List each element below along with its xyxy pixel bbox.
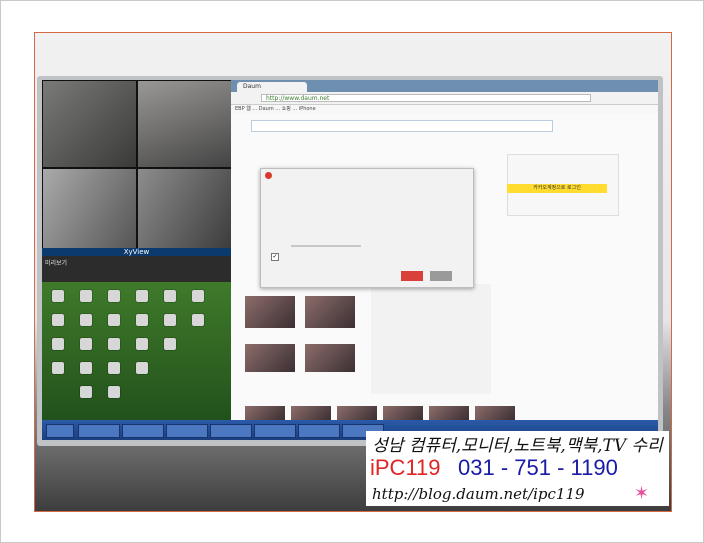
desktop-icon[interactable]: [136, 362, 148, 374]
desktop-icon[interactable]: [164, 290, 176, 302]
browser-tab[interactable]: Daum: [237, 82, 307, 92]
monitor-screen: XyView 미리보기 Daum http://www.daum.net EBP…: [42, 80, 658, 440]
news-list: [371, 284, 491, 394]
taskbar-item[interactable]: [166, 424, 208, 438]
camera-feed[interactable]: [137, 80, 232, 168]
desktop-icon[interactable]: [108, 290, 120, 302]
tv-thumbnail[interactable]: [245, 406, 285, 420]
desktop-icon[interactable]: [80, 386, 92, 398]
taskbar-item[interactable]: [254, 424, 296, 438]
ad-overlay: 성남 컴퓨터,모니터,노트북,맥북,TV 수리 iPC119 031 - 751…: [366, 431, 669, 506]
desktop-icon[interactable]: [108, 338, 120, 350]
app-icon: [265, 172, 272, 179]
news-thumbnail[interactable]: [305, 296, 355, 328]
slider-track[interactable]: [291, 245, 361, 247]
news-thumbnail[interactable]: [305, 344, 355, 372]
taskbar-item[interactable]: [210, 424, 252, 438]
tv-thumbnail[interactable]: [291, 406, 331, 420]
desktop-icon[interactable]: [136, 290, 148, 302]
desktop-icon[interactable]: [164, 314, 176, 326]
search-box[interactable]: [251, 120, 553, 132]
desktop-icon[interactable]: [52, 314, 64, 326]
popup-dialog: ✓: [260, 168, 474, 288]
start-button[interactable]: [46, 424, 74, 438]
brand-name: iPC119: [370, 455, 441, 480]
cctv-menu-button[interactable]: 미리보기: [45, 258, 67, 267]
desktop-icon[interactable]: [80, 362, 92, 374]
desktop-icon[interactable]: [192, 314, 204, 326]
tv-thumbnail[interactable]: [337, 406, 377, 420]
browser-toolbar: http://www.daum.net: [231, 92, 658, 105]
bookmarks-bar[interactable]: EBP 웹 ... Daum ... 쇼핑 ... iPhone: [231, 105, 658, 114]
phone-number: 031 - 751 - 1190: [458, 455, 618, 480]
image-frame: XyView 미리보기 Daum http://www.daum.net EBP…: [0, 0, 704, 543]
desktop-icon[interactable]: [108, 314, 120, 326]
news-thumbnail[interactable]: [245, 344, 295, 372]
desktop-icon[interactable]: [136, 314, 148, 326]
camera-feed[interactable]: [137, 168, 232, 250]
cctv-title: XyView: [42, 248, 231, 256]
star-icon: ✶: [634, 483, 650, 504]
service-tagline: 성남 컴퓨터,모니터,노트북,맥북,TV 수리: [372, 436, 663, 456]
dialog-checkbox[interactable]: ✓: [271, 253, 279, 261]
browser-titlebar: Daum: [231, 80, 658, 92]
cctv-viewer: XyView: [42, 80, 232, 256]
tv-thumbnail[interactable]: [475, 406, 515, 420]
address-bar[interactable]: http://www.daum.net: [261, 94, 591, 102]
camera-feed[interactable]: [42, 80, 137, 168]
desktop-icon[interactable]: [192, 290, 204, 302]
desktop-icon[interactable]: [80, 314, 92, 326]
desktop-icon[interactable]: [52, 338, 64, 350]
taskbar-item[interactable]: [78, 424, 120, 438]
desktop-icon[interactable]: [80, 338, 92, 350]
desktop-icon[interactable]: [52, 290, 64, 302]
desktop-area: [42, 282, 231, 440]
desktop-icon[interactable]: [108, 362, 120, 374]
taskbar-item[interactable]: [122, 424, 164, 438]
taskbar-item[interactable]: [298, 424, 340, 438]
tv-thumbnail[interactable]: [383, 406, 423, 420]
desktop-icon[interactable]: [80, 290, 92, 302]
confirm-button[interactable]: [401, 271, 423, 281]
desktop-icon[interactable]: [108, 386, 120, 398]
desktop-icon[interactable]: [164, 338, 176, 350]
camera-feed[interactable]: [42, 168, 137, 250]
cctv-control-bar: 미리보기: [42, 256, 231, 282]
tv-thumbnail[interactable]: [429, 406, 469, 420]
blog-url: http://blog.daum.net/ipc119: [372, 485, 585, 503]
login-button[interactable]: 카카오계정으로 로그인: [507, 184, 607, 193]
desktop-icon[interactable]: [52, 362, 64, 374]
news-thumbnail[interactable]: [245, 296, 295, 328]
desktop-icon[interactable]: [136, 338, 148, 350]
cancel-button[interactable]: [430, 271, 452, 281]
